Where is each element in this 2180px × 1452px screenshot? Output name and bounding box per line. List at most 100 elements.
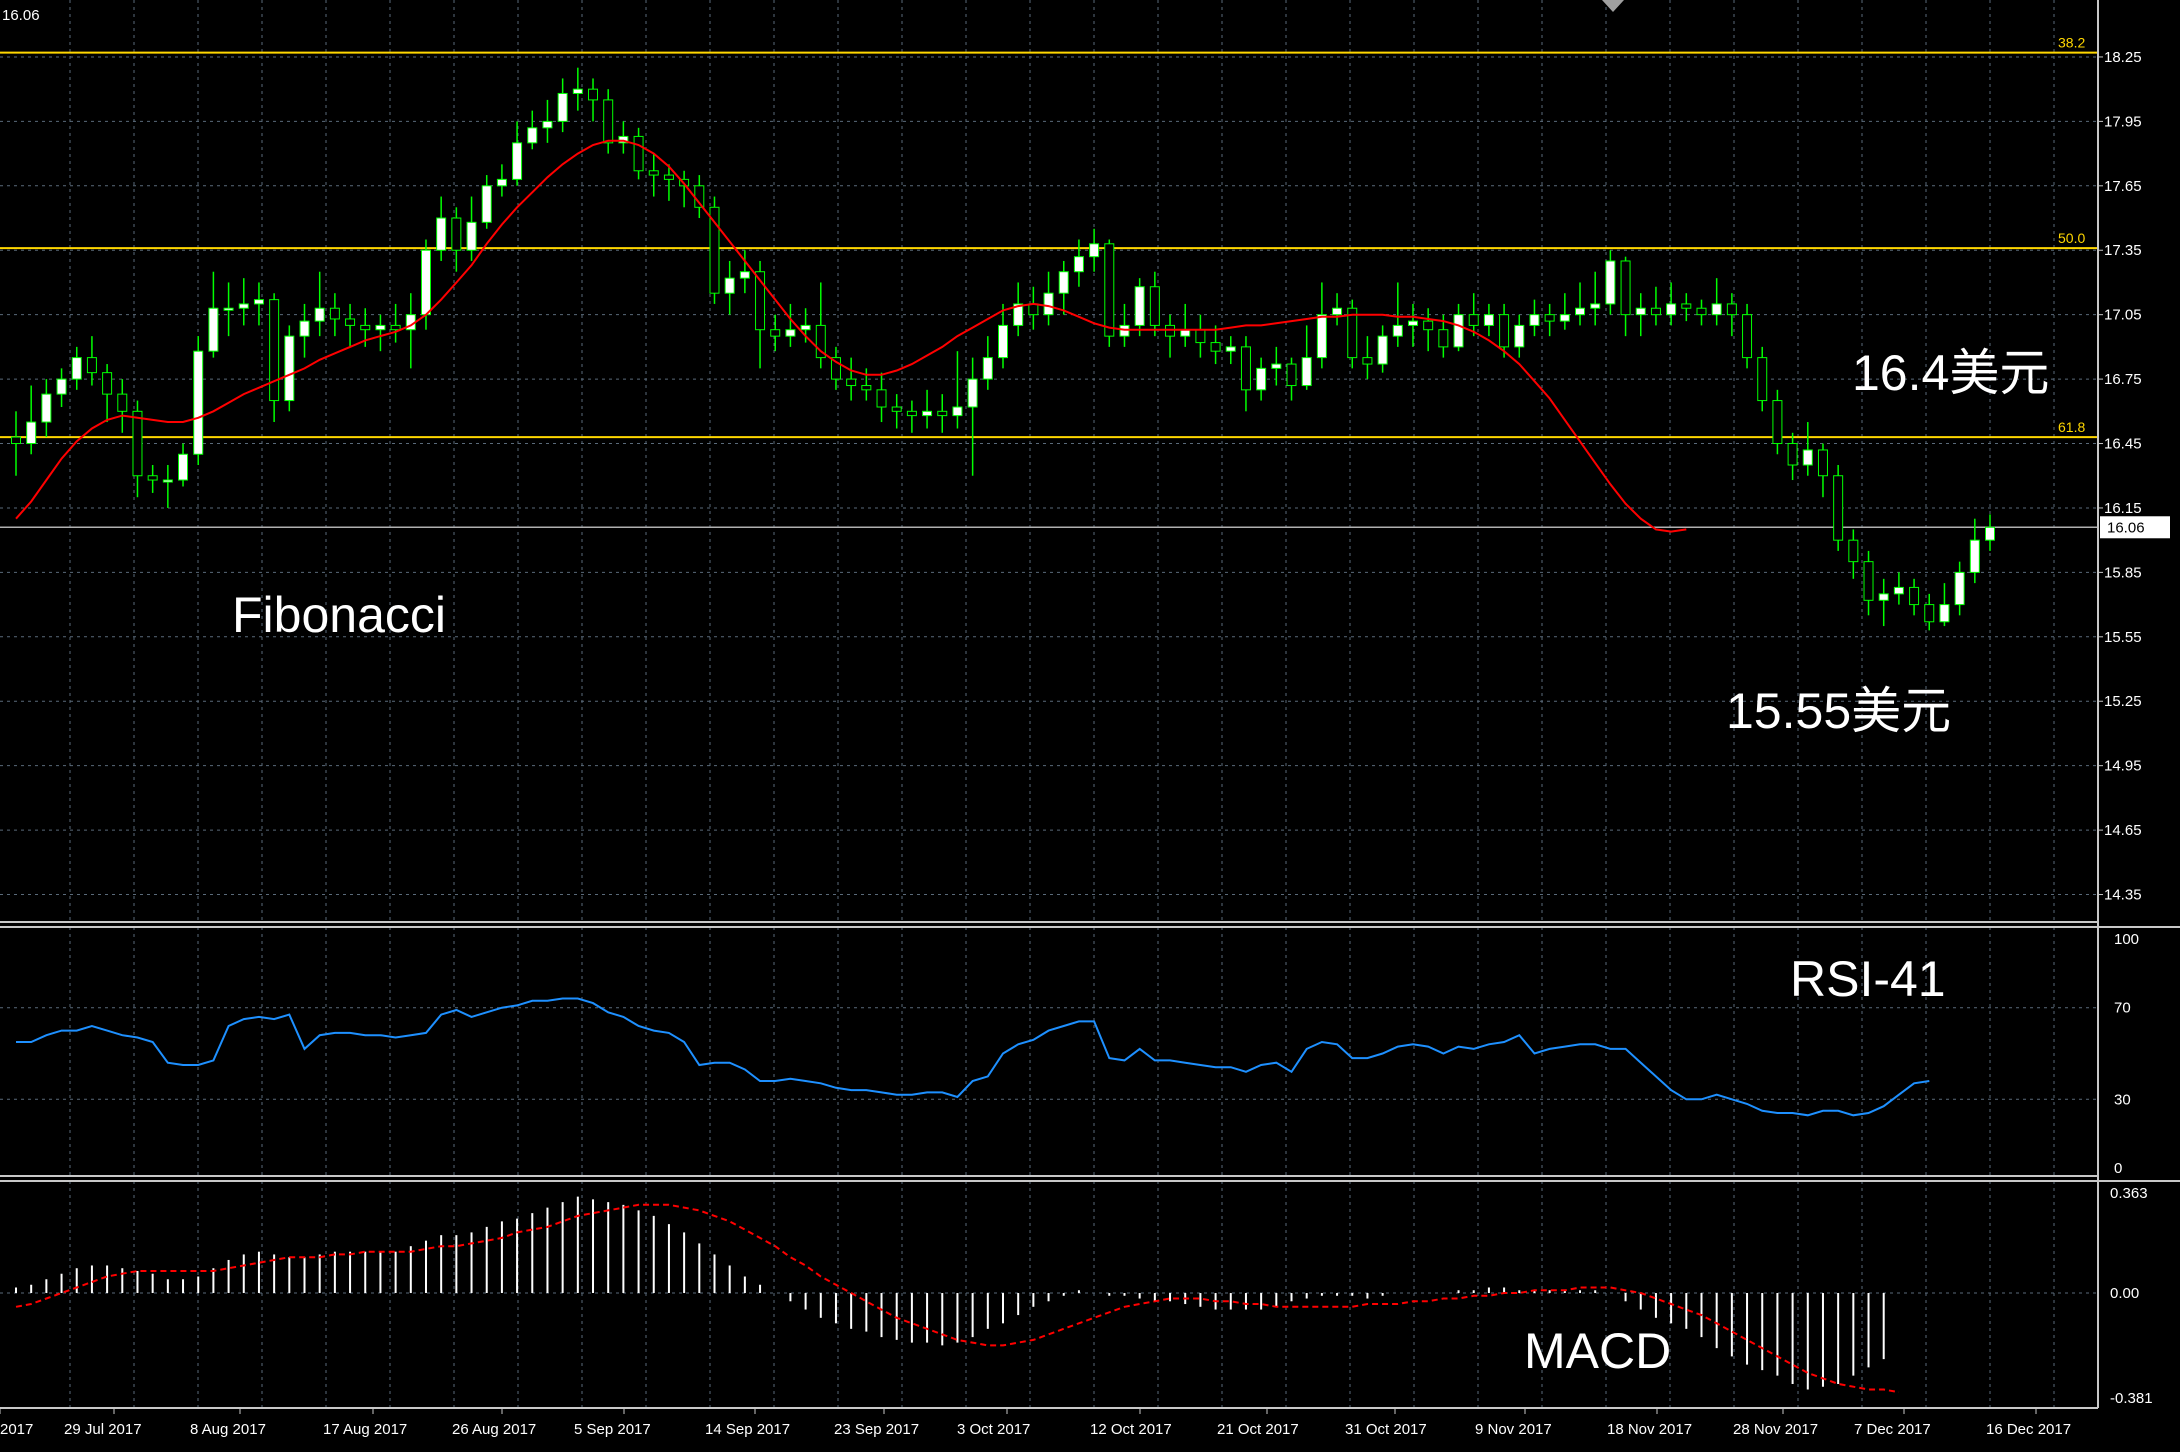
candle-body (1134, 286, 1145, 326)
date-tick-label: 21 Oct 2017 (1217, 1421, 1299, 1438)
candle-body (1833, 475, 1844, 541)
candle-body (1483, 314, 1494, 326)
candle-body (11, 436, 21, 445)
candle-body (1772, 400, 1783, 445)
candle-body (876, 389, 887, 408)
candle (284, 325, 295, 412)
candle-body (1529, 314, 1540, 326)
candle-body (314, 307, 325, 322)
candle-body (56, 378, 67, 395)
candle-body (71, 357, 82, 380)
candle-body (436, 217, 447, 251)
price-tick-label: 18.25 (2104, 49, 2142, 66)
price-tick-label: 16.45 (2104, 436, 2142, 453)
date-tick-label: 3 Oct 2017 (957, 1421, 1030, 1438)
date-tick-label: 14 Sep 2017 (705, 1421, 790, 1438)
candle-body (1954, 571, 1965, 606)
date-tick-label: 7 Dec 2017 (1854, 1421, 1931, 1438)
current-price-tag: 16.06 (2100, 516, 2170, 539)
candle-body (1028, 303, 1039, 316)
candle-body (846, 378, 857, 387)
support-label: 15.55美元 (1726, 683, 1951, 739)
candle-body (1392, 324, 1403, 337)
resistance-label: 16.4美元 (1852, 345, 2049, 401)
price-tick-label: 17.35 (2104, 242, 2142, 259)
candle-body (709, 206, 720, 294)
candle-body (1590, 303, 1601, 309)
rsi-tick-label: 100 (2114, 931, 2139, 948)
candle-body (1924, 604, 1935, 623)
candle-body (952, 406, 963, 417)
date-tick-label: 26 Aug 2017 (452, 1421, 536, 1438)
candle-body (1240, 346, 1251, 391)
candle-body (26, 421, 37, 445)
candle-body (648, 170, 659, 176)
candle-body (512, 142, 523, 180)
candle-body (1073, 256, 1084, 273)
price-tick-label: 15.85 (2104, 564, 2142, 581)
candle-body (1878, 593, 1889, 601)
candle-body (451, 217, 462, 251)
candle-body (527, 127, 538, 144)
candle-body (1210, 342, 1221, 352)
date-tick-label: 28 Nov 2017 (1733, 1421, 1818, 1438)
candle-body (1316, 314, 1327, 359)
candle-body (1681, 303, 1692, 309)
fib-level-label: 50.0 (2058, 230, 2085, 246)
candle-body (86, 357, 97, 374)
date-tick-label: 16 Dec 2017 (1986, 1421, 2071, 1438)
candle-body (739, 271, 750, 279)
candle-body (1559, 314, 1570, 322)
candle-body (1165, 324, 1176, 337)
macd-tick-label: 0.00 (2110, 1285, 2139, 1302)
candle-body (1605, 260, 1616, 305)
trading-chart: 38.2 50.0 61.8 16.06 Fibonacci 16.4美元 15.5… (0, 0, 2180, 1452)
candle-body (1893, 586, 1904, 595)
candle-body (785, 329, 796, 337)
candle-body (998, 324, 1008, 359)
candle-body (1362, 357, 1373, 365)
candle-body (253, 299, 264, 305)
candle-body (1301, 357, 1312, 387)
candle (1104, 239, 1115, 347)
date-tick-label: 9 Nov 2017 (1475, 1421, 1552, 1438)
candle-body (117, 393, 128, 412)
date-tick-label: 23 Sep 2017 (834, 1421, 919, 1438)
date-tick-label: 17 Aug 2017 (323, 1421, 407, 1438)
candle-body (633, 135, 644, 172)
candle-body (1271, 363, 1282, 369)
candle-body (663, 174, 674, 180)
date-tick-label: 12 Oct 2017 (1090, 1421, 1172, 1438)
candle-body (1696, 307, 1707, 316)
price-tick-label: 16.15 (2104, 500, 2142, 517)
candle-body (208, 307, 219, 352)
price-tick-label: 14.95 (2104, 758, 2142, 775)
candle-body (360, 324, 371, 331)
price-tick-label: 15.55 (2104, 629, 2142, 646)
candle-body (1802, 449, 1813, 466)
candle-body (1863, 561, 1874, 601)
price-tick-label: 15.25 (2104, 693, 2142, 710)
candle-body (588, 88, 599, 101)
candle-body (147, 475, 158, 481)
candle-body (223, 307, 234, 311)
rsi-tick-label: 30 (2114, 1091, 2131, 1108)
candle-body (861, 385, 872, 391)
candle-body (178, 453, 189, 481)
price-tick-label: 17.95 (2104, 113, 2142, 130)
candle-body (132, 410, 143, 477)
candle-body (603, 99, 614, 144)
candle-body (937, 410, 948, 417)
rsi-title: RSI-41 (1790, 951, 1946, 1007)
price-tick-label: 14.35 (2104, 887, 2142, 904)
candle-body (1635, 307, 1646, 316)
candle-body (1423, 320, 1434, 331)
candle-body (967, 378, 978, 408)
candle-body (800, 324, 811, 331)
svg-text:16.06: 16.06 (2107, 519, 2145, 536)
date-tick-label: 18 Nov 2017 (1607, 1421, 1692, 1438)
fibonacci-label: Fibonacci (232, 587, 446, 643)
candle-body (329, 307, 340, 320)
candle-body (1119, 324, 1130, 337)
macd-title: MACD (1524, 1323, 1671, 1379)
